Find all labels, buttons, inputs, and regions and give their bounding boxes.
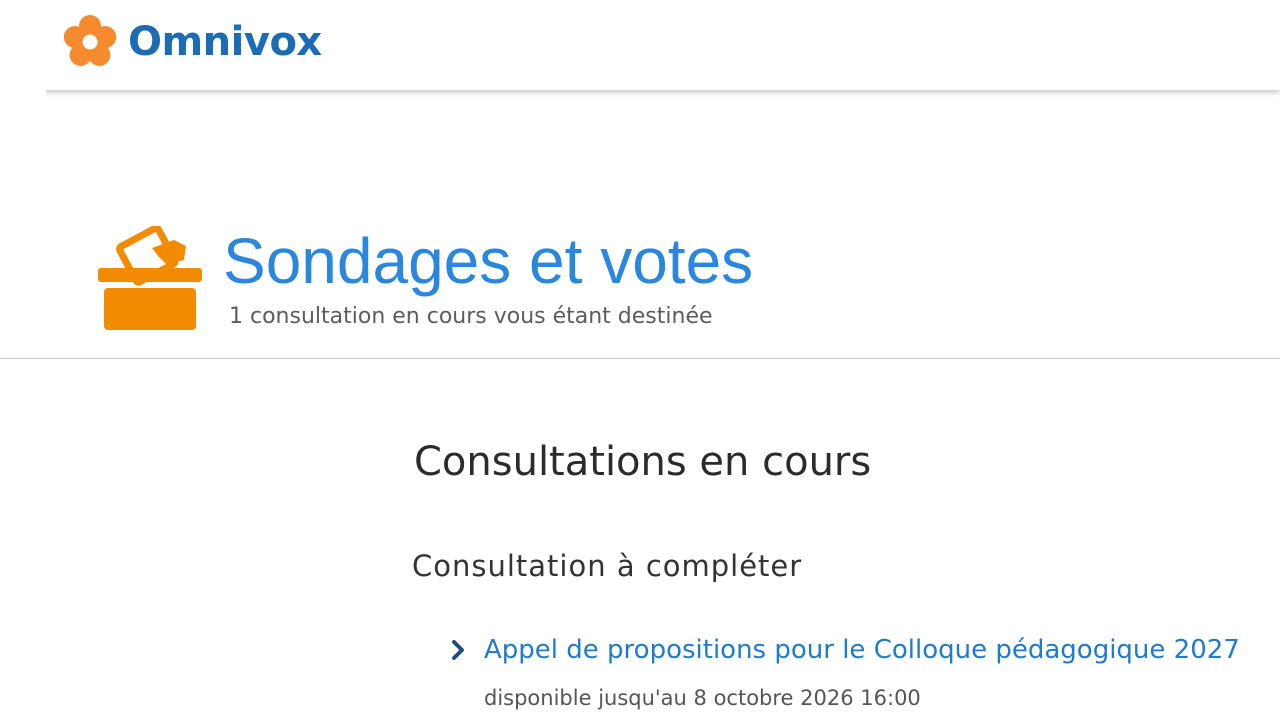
chevron-right-icon xyxy=(452,640,464,660)
flower-icon xyxy=(63,15,117,66)
consultation-item[interactable]: Appel de propositions pour le Colloque p… xyxy=(446,630,1266,720)
page-subtitle: 1 consultation en cours vous étant desti… xyxy=(229,304,713,329)
section-title: Consultations en cours xyxy=(414,439,872,485)
header-divider-stub xyxy=(0,90,46,100)
logo-text: Omnivox xyxy=(128,19,322,65)
page-title: Sondages et votes xyxy=(223,225,754,297)
omnivox-logo[interactable]: Omnivox xyxy=(60,12,322,72)
consultation-link[interactable]: Appel de propositions pour le Colloque p… xyxy=(484,630,1240,670)
top-header: Omnivox xyxy=(0,0,1280,90)
ballot-box-icon xyxy=(98,226,202,330)
consultation-availability: disponible jusqu'au 8 octobre 2026 16:00 xyxy=(484,686,921,710)
subsection-title: Consultation à compléter xyxy=(412,549,803,583)
